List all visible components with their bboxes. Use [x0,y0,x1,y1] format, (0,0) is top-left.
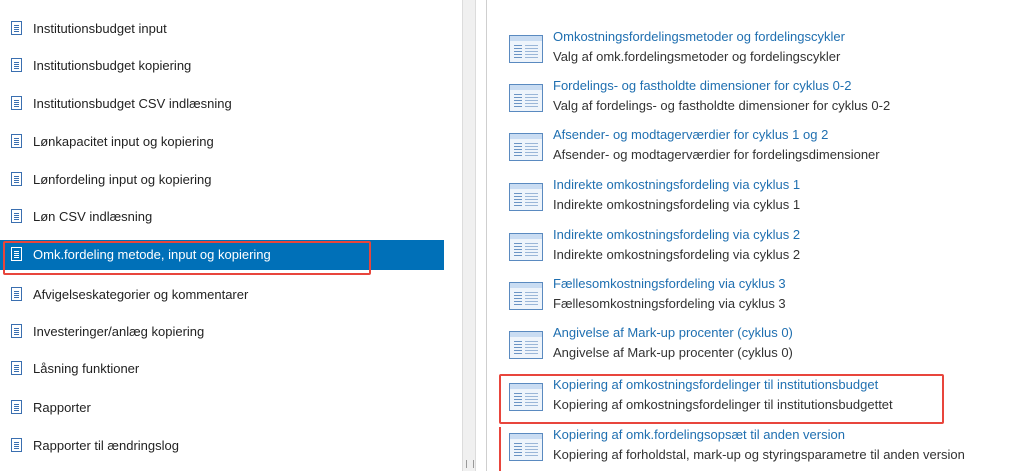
card-title[interactable]: Angivelse af Mark-up procenter (cyklus 0… [553,325,793,340]
card-title[interactable]: Omkostningsfordelingsmetoder og fordelin… [553,29,845,44]
nav-item-label: Løn CSV indlæsning [33,209,153,224]
card-description: Indirekte omkostningsfordeling via cyklu… [553,247,801,262]
nav-item-institutionsbudget-csv[interactable]: Institutionsbudget CSV indlæsning [0,89,444,119]
card-title[interactable]: Indirekte omkostningsfordeling via cyklu… [553,177,800,192]
document-icon [11,438,22,452]
nav-item-afvigelseskategorier[interactable]: Afvigelseskategorier og kommentarer [0,280,444,310]
nav-item-lonkapacitet[interactable]: Lønkapacitet input og kopiering [0,127,444,157]
card-title[interactable]: Fordelings- og fastholdte dimensioner fo… [553,78,851,93]
table-document-icon [509,233,543,261]
card-description: Angivelse af Mark-up procenter (cyklus 0… [553,345,793,360]
document-icon [11,361,22,375]
card-fordelings-dimensioner[interactable]: Fordelings- og fastholdte dimensioner fo… [507,78,1017,122]
card-description: Kopiering af omkostningsfordelinger til … [553,397,893,412]
document-icon [11,58,22,72]
nav-item-omk-fordeling[interactable]: Omk.fordeling metode, input og kopiering [0,240,444,270]
card-description: Valg af omk.fordelingsmetoder og fordeli… [553,49,841,64]
card-title[interactable]: Fællesomkostningsfordeling via cyklus 3 [553,276,786,291]
card-description: Fællesomkostningsfordeling via cyklus 3 [553,296,786,311]
nav-item-institutionsbudget-input[interactable]: Institutionsbudget input [0,14,444,44]
nav-item-lonfordeling[interactable]: Lønfordeling input og kopiering [0,165,444,195]
nav-item-institutionsbudget-kopiering[interactable]: Institutionsbudget kopiering [0,51,444,81]
nav-item-rapporter[interactable]: Rapporter [0,393,444,423]
nav-item-label: Institutionsbudget CSV indlæsning [33,96,232,111]
table-document-icon [509,84,543,112]
nav-item-label: Låsning funktioner [33,361,140,376]
content-divider [486,0,487,471]
card-description: Afsender- og modtagerværdier for fordeli… [553,147,880,162]
card-title[interactable]: Indirekte omkostningsfordeling via cyklu… [553,227,800,242]
nav-item-label: Lønfordeling input og kopiering [33,172,212,187]
card-kopiering-institutionsbudget[interactable]: Kopiering af omkostningsfordelinger til … [507,377,1017,421]
table-document-icon [509,133,543,161]
card-title[interactable]: Kopiering af omk.fordelingsopsæt til and… [553,427,845,442]
nav-item-lasning[interactable]: Låsning funktioner [0,354,444,384]
pane-splitter[interactable] [462,0,476,471]
nav-item-investeringer[interactable]: Investeringer/anlæg kopiering [0,317,444,347]
card-indirekte-cyklus-2[interactable]: Indirekte omkostningsfordeling via cyklu… [507,227,1017,271]
nav-item-label: Rapporter til ændringslog [33,438,179,453]
nav-item-label: Institutionsbudget kopiering [33,58,192,73]
card-description: Kopiering af forholdstal, mark-up og sty… [553,447,965,462]
table-document-icon [509,282,543,310]
card-afsender-modtager[interactable]: Afsender- og modtagerværdier for cyklus … [507,127,1017,171]
nav-item-rapporter-aendringslog[interactable]: Rapporter til ændringslog [0,431,444,461]
document-icon [11,209,22,223]
nav-item-label: Rapporter [33,400,91,415]
card-omkostningsfordelingsmetoder[interactable]: Omkostningsfordelingsmetoder og fordelin… [507,29,1017,73]
document-icon [11,96,22,110]
card-description: Indirekte omkostningsfordeling via cyklu… [553,197,801,212]
nav-item-label: Omk.fordeling metode, input og kopiering [33,247,271,262]
card-description: Valg af fordelings- og fastholdte dimens… [553,98,891,113]
table-document-icon [509,331,543,359]
card-title[interactable]: Kopiering af omkostningsfordelinger til … [553,377,878,392]
table-document-icon [509,433,543,461]
nav-item-label: Investeringer/anlæg kopiering [33,324,205,339]
card-mark-up[interactable]: Angivelse af Mark-up procenter (cyklus 0… [507,325,1017,369]
table-document-icon [509,35,543,63]
grip-icon [466,460,474,468]
nav-item-label: Afvigelseskategorier og kommentarer [33,287,249,302]
card-indirekte-cyklus-1[interactable]: Indirekte omkostningsfordeling via cyklu… [507,177,1017,221]
table-document-icon [509,183,543,211]
document-icon [11,21,22,35]
card-title[interactable]: Afsender- og modtagerværdier for cyklus … [553,127,828,142]
nav-item-lon-csv[interactable]: Løn CSV indlæsning [0,202,444,232]
document-icon [11,400,22,414]
document-icon [11,172,22,186]
nav-item-label: Lønkapacitet input og kopiering [33,134,214,149]
card-kopiering-anden-version[interactable]: Kopiering af omk.fordelingsopsæt til and… [507,427,1017,471]
table-document-icon [509,383,543,411]
navigation-pane: Institutionsbudget input Institutionsbud… [0,0,444,471]
document-icon [11,247,22,261]
highlight-annotation [499,427,502,471]
nav-item-label: Institutionsbudget input [33,21,167,36]
document-icon [11,134,22,148]
document-icon [11,287,22,301]
card-faellesomkostning[interactable]: Fællesomkostningsfordeling via cyklus 3 … [507,276,1017,320]
document-icon [11,324,22,338]
